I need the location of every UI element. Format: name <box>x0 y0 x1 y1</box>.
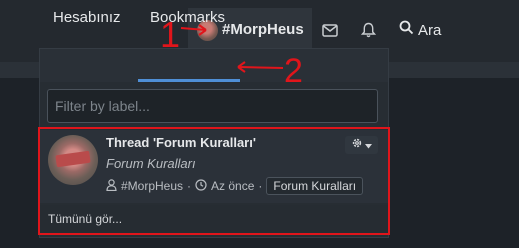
annotation-overlay: 1 2 <box>160 14 303 90</box>
annotation-label-1: 1 <box>160 14 180 55</box>
annotation-arrow-2 <box>237 66 284 69</box>
annotation-label-2: 2 <box>284 52 303 90</box>
